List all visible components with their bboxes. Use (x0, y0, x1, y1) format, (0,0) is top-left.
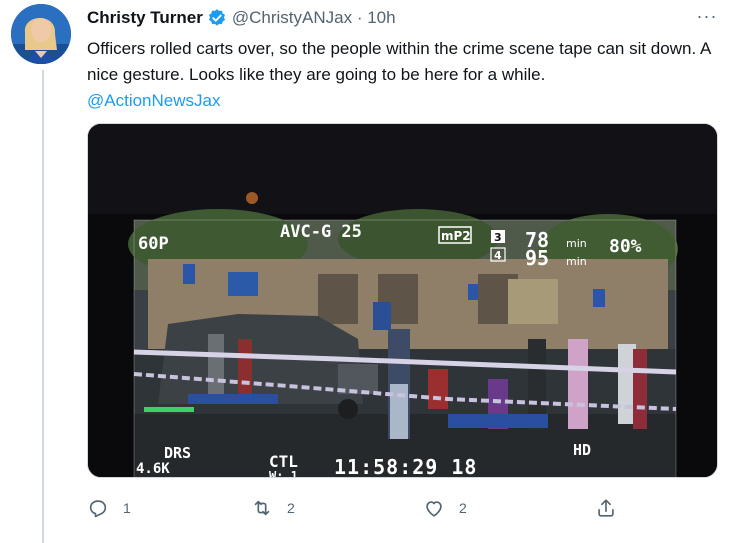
retweet-count: 2 (287, 500, 295, 516)
like-button[interactable]: 2 (423, 495, 467, 521)
mention-link[interactable]: @ActionNewsJax (87, 88, 717, 114)
like-count: 2 (459, 500, 467, 516)
overlay-quality: HD (573, 441, 591, 459)
overlay-timecode: 11:58:29 18 (334, 455, 477, 478)
verified-badge-icon (207, 8, 227, 28)
retweet-button[interactable]: 2 (251, 495, 295, 521)
tweet-header: Christy Turner @ChristyANJax · 10h (87, 6, 396, 30)
overlay-time1-unit: min (566, 237, 587, 250)
more-icon[interactable]: ··· (692, 4, 722, 28)
author-name[interactable]: Christy Turner (87, 8, 203, 28)
author-handle-and-time[interactable]: @ChristyANJax · 10h (232, 8, 396, 28)
reply-button[interactable]: 1 (87, 495, 131, 521)
overlay-slot3: 3 (494, 231, 502, 244)
overlay-battery: 80% (609, 236, 642, 257)
overlay-time2-value: 95 (525, 246, 549, 270)
overlay-time2-unit: min (566, 255, 587, 268)
tweet-photo[interactable]: 60P AVC-G 25 mP2 3 4 78 min 95 min 80% D… (87, 123, 718, 478)
overlay-codec: AVC-G 25 (280, 222, 362, 242)
tweet-text: Officers rolled carts over, so the peopl… (87, 39, 711, 84)
share-button[interactable] (595, 495, 617, 521)
like-icon (426, 501, 442, 517)
overlay-drs-value: 4.6K (136, 461, 170, 477)
avatar-image (11, 4, 71, 64)
tweet-body: Officers rolled carts over, so the peopl… (87, 36, 717, 114)
overlay-format-badge: mP2 (441, 229, 471, 243)
overlay-ctl-sub: W: 1 (269, 469, 298, 478)
camera-viewfinder-photo: 60P AVC-G 25 mP2 3 4 78 min 95 min 80% D… (88, 124, 717, 478)
avatar[interactable] (11, 4, 71, 64)
reply-icon (89, 500, 107, 518)
retweet-icon (254, 500, 270, 516)
reply-count: 1 (123, 500, 131, 516)
share-icon (598, 499, 614, 517)
overlay-drs: DRS (164, 444, 191, 462)
overlay-frame-rate: 60P (138, 234, 169, 254)
tweet-actions: 1 2 2 (87, 495, 627, 521)
overlay-slot4: 4 (494, 249, 502, 262)
thread-line (42, 70, 44, 543)
